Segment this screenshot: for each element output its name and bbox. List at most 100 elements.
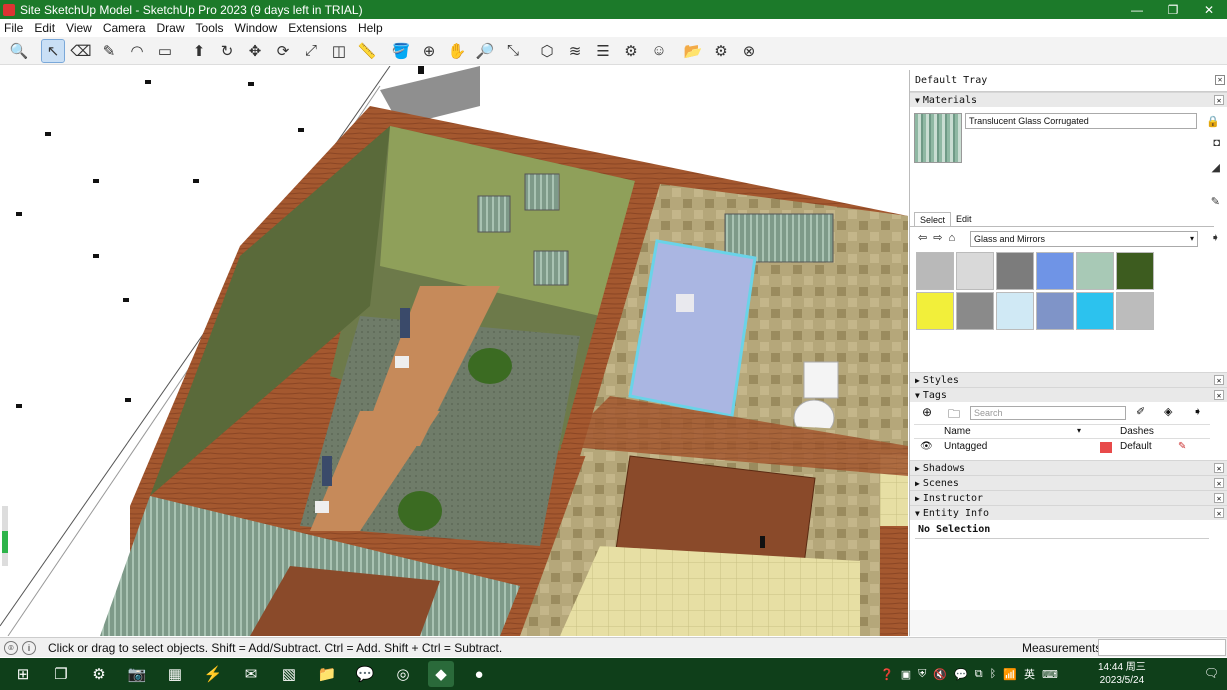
image-icon[interactable]: ▣ xyxy=(901,668,911,681)
bluetooth-icon[interactable]: ᛒ xyxy=(990,668,997,680)
material-swatch[interactable] xyxy=(916,292,954,330)
notification-icon[interactable]: 🗨 xyxy=(1204,666,1219,680)
create-material-icon[interactable]: ◘ xyxy=(1213,137,1220,149)
material-swatch[interactable] xyxy=(1116,292,1154,330)
material-swatch[interactable] xyxy=(1076,252,1114,290)
menu-camera[interactable]: Camera xyxy=(103,21,146,35)
tab-select[interactable]: Select xyxy=(914,212,952,226)
menu-view[interactable]: View xyxy=(66,21,92,35)
scale-icon[interactable]: ⤢ xyxy=(300,40,322,62)
arc-icon[interactable]: ◠ xyxy=(126,40,148,62)
menu-file[interactable]: File xyxy=(4,21,23,35)
settings-icon[interactable]: ⚙ xyxy=(86,661,112,687)
keyboard-icon[interactable]: ⌨ xyxy=(1042,668,1058,681)
entity-info-panel-header[interactable]: ▼ Entity Info ✕ xyxy=(910,505,1227,520)
measurements-input[interactable] xyxy=(1098,639,1226,656)
mute-icon[interactable]: 🔇 xyxy=(933,668,947,681)
material-swatch[interactable] xyxy=(1116,252,1154,290)
styles-close-icon[interactable]: ✕ xyxy=(1214,375,1224,385)
tags-search-input[interactable]: Search xyxy=(970,406,1126,420)
profile-icon[interactable]: ☺ xyxy=(648,40,670,62)
sample-paint-icon[interactable]: ✎ xyxy=(1211,195,1220,208)
details-arrow-icon[interactable]: ➧ xyxy=(1211,231,1220,244)
close-button[interactable]: ✕ xyxy=(1191,0,1227,19)
color-by-tag-icon[interactable]: ◈ xyxy=(1164,405,1172,418)
materials-panel-header[interactable]: ▼ Materials ✕ xyxy=(910,92,1227,107)
move-icon[interactable]: ✥ xyxy=(244,40,266,62)
pan-icon[interactable]: ✋ xyxy=(446,40,468,62)
orbit-icon[interactable]: ⊕ xyxy=(418,40,440,62)
zoom-extents-icon[interactable]: ⤡ xyxy=(502,40,524,62)
app-icon-2[interactable]: ⚡ xyxy=(200,661,226,687)
edge-icon[interactable]: ◎ xyxy=(390,661,416,687)
tray-close-icon[interactable]: ✕ xyxy=(1215,75,1225,85)
menu-draw[interactable]: Draw xyxy=(157,21,185,35)
open-icon[interactable]: 📂 xyxy=(682,40,704,62)
table-row[interactable]: 👁 Untagged Default ✎ xyxy=(914,440,1210,455)
select-icon[interactable]: ↖ xyxy=(41,38,65,63)
shape-icon[interactable]: ▭ xyxy=(154,40,176,62)
secondary-pane-icon[interactable]: ◢ xyxy=(1212,161,1220,174)
material-swatch[interactable] xyxy=(956,252,994,290)
wechat-icon[interactable]: 💬 xyxy=(352,661,378,687)
materials-close-icon[interactable]: ✕ xyxy=(1214,95,1224,105)
chat-icon[interactable]: 💬 xyxy=(954,668,968,681)
shadows-close-icon[interactable]: ✕ xyxy=(1214,463,1224,473)
outlook-icon[interactable]: ✉ xyxy=(238,661,264,687)
scenes-close-icon[interactable]: ✕ xyxy=(1214,478,1224,488)
add-tag-folder-icon[interactable]: 🗀 xyxy=(948,405,960,426)
material-swatch[interactable] xyxy=(956,292,994,330)
scenes-panel-header[interactable]: ▶ Scenes ✕ xyxy=(910,475,1227,490)
system-clock[interactable]: 14:44 周三 2023/5/24 xyxy=(1098,661,1146,687)
details-arrow-icon[interactable]: ➧ xyxy=(1193,405,1202,418)
tags-panel-header[interactable]: ▼ Tags ✕ xyxy=(910,387,1227,402)
material-library-select[interactable]: Glass and Mirrors ▾ xyxy=(970,231,1198,247)
material-swatch[interactable] xyxy=(1036,292,1074,330)
tags-col-dashes[interactable]: Dashes xyxy=(1120,426,1154,437)
tag-color-swatch[interactable] xyxy=(1100,442,1112,453)
instructor-close-icon[interactable]: ✕ xyxy=(1214,493,1224,503)
menu-tools[interactable]: Tools xyxy=(196,21,224,35)
rotate-icon[interactable]: ⟳ xyxy=(272,40,294,62)
tag-dashes[interactable]: Default xyxy=(1120,441,1152,452)
material-swatch[interactable] xyxy=(1076,292,1114,330)
zoom-icon[interactable]: 🔎 xyxy=(474,40,496,62)
material-swatch[interactable] xyxy=(996,252,1034,290)
line-icon[interactable]: ✎ xyxy=(98,40,120,62)
tag-tool-icon[interactable]: ✐ xyxy=(1136,405,1145,418)
sketchup-icon[interactable]: ◆ xyxy=(428,661,454,687)
app-icon-3[interactable]: ▧ xyxy=(276,661,302,687)
shadows-panel-header[interactable]: ▶ Shadows ✕ xyxy=(910,460,1227,475)
eraser-icon[interactable]: ⌫ xyxy=(70,40,92,62)
wifi-icon[interactable]: 📶 xyxy=(1003,668,1017,681)
settings-icon[interactable]: ⚙ xyxy=(710,40,732,62)
tags-col-name[interactable]: Name xyxy=(944,426,971,437)
follow-me-icon[interactable]: ↻ xyxy=(216,40,238,62)
maximize-button[interactable]: ❐ xyxy=(1155,0,1191,19)
tab-edit[interactable]: Edit xyxy=(951,212,977,226)
zoom-window-icon[interactable]: 🔍 xyxy=(8,40,30,62)
tags-close-icon[interactable]: ✕ xyxy=(1214,390,1224,400)
lock-icon[interactable]: 🔒 xyxy=(1206,115,1220,128)
info-icon[interactable]: i xyxy=(22,640,36,655)
network-icon[interactable]: ⧉ xyxy=(975,668,983,681)
file-explorer-icon[interactable]: 📁 xyxy=(314,661,340,687)
add-tag-icon[interactable]: ⊕ xyxy=(922,405,932,419)
push-pull-icon[interactable]: ⬆ xyxy=(188,40,210,62)
menu-edit[interactable]: Edit xyxy=(34,21,55,35)
instructor-panel-header[interactable]: ▶ Instructor ✕ xyxy=(910,490,1227,505)
warehouse-icon[interactable]: ☰ xyxy=(592,40,614,62)
extension-icon[interactable]: ⚙ xyxy=(620,40,642,62)
menu-extensions[interactable]: Extensions xyxy=(288,21,347,35)
geolocation-icon[interactable]: ⌾ xyxy=(4,640,18,655)
help-icon[interactable]: ❓ xyxy=(880,668,894,681)
close-circle-icon[interactable]: ⊗ xyxy=(738,40,760,62)
ime-indicator[interactable]: 英 xyxy=(1024,666,1035,682)
tape-icon[interactable]: 📏 xyxy=(356,40,378,62)
shield-icon[interactable]: ⛨ xyxy=(918,668,926,681)
material-swatch[interactable] xyxy=(996,292,1034,330)
visibility-eye-icon[interactable]: 👁 xyxy=(920,441,933,452)
powerpoint-icon[interactable]: ● xyxy=(466,661,492,687)
styles-panel-header[interactable]: ▶ Styles ✕ xyxy=(910,372,1227,387)
task-view-icon[interactable]: ❐ xyxy=(48,661,74,687)
